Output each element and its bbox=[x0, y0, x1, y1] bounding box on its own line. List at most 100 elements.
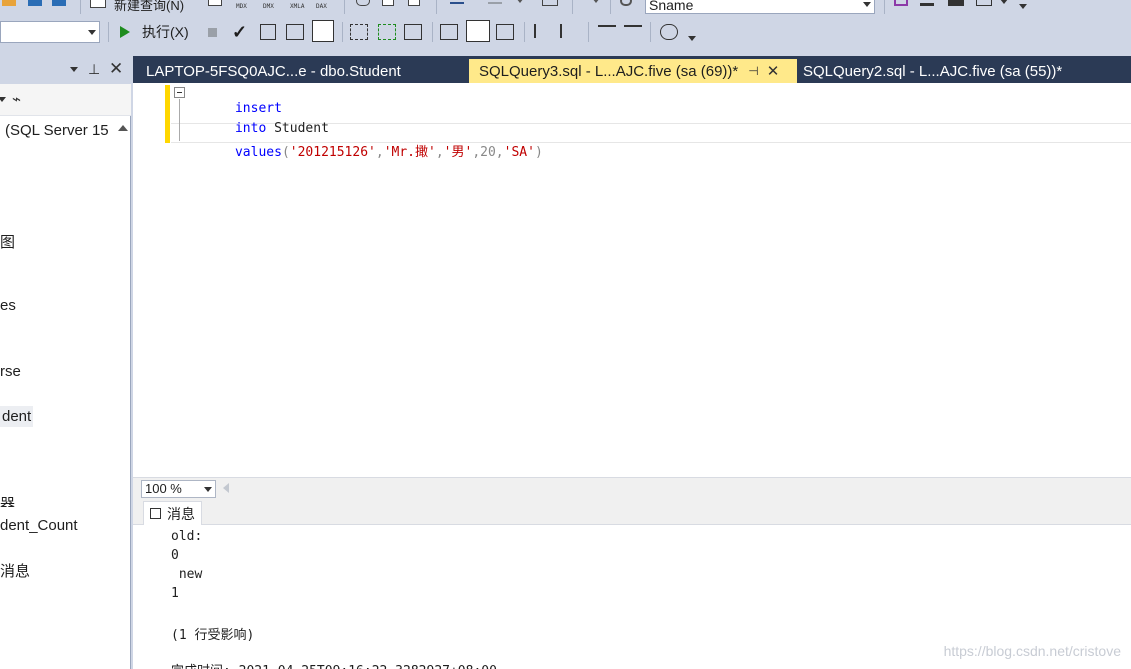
chevron-down-icon[interactable] bbox=[592, 0, 600, 3]
tree-item-diagrams[interactable]: 图 bbox=[0, 231, 15, 252]
tab-sqlquery2[interactable]: SQLQuery2.sql - L...AJC.five (sa (55))* bbox=[793, 59, 1072, 83]
save-all-icon[interactable] bbox=[52, 0, 66, 6]
message-line: old: bbox=[171, 529, 203, 544]
chevron-down-icon[interactable] bbox=[204, 487, 212, 492]
tree-item-course[interactable]: rse bbox=[0, 363, 21, 380]
messages-icon bbox=[150, 508, 161, 519]
zoom-value: 100 % bbox=[145, 481, 182, 496]
activity-monitor-icon[interactable]: ⌁ bbox=[12, 90, 21, 108]
solution-icon[interactable] bbox=[542, 0, 558, 6]
results-to-file-icon[interactable] bbox=[312, 20, 334, 42]
chevron-down-icon[interactable] bbox=[88, 30, 96, 35]
wrench-icon[interactable] bbox=[920, 0, 934, 6]
object-explorer: ⊥ ✕ ⌁ (SQL Server 15 图 es rse dent 器 den… bbox=[0, 56, 131, 669]
db-query-icon[interactable] bbox=[208, 0, 222, 6]
client-stats-icon[interactable] bbox=[404, 24, 422, 40]
live-stats-icon[interactable] bbox=[378, 24, 396, 40]
tab-label: SQLQuery2.sql - L...AJC.five (sa (55))* bbox=[803, 62, 1063, 80]
new-query-icon[interactable] bbox=[90, 0, 106, 8]
close-icon[interactable]: ✕ bbox=[767, 62, 780, 80]
copy-icon[interactable] bbox=[382, 0, 394, 6]
dax-query-button[interactable]: DAX bbox=[316, 3, 327, 10]
top-toolbar: 新建查询(N) MDX DMX XMLA DAX Sname bbox=[0, 0, 1131, 16]
cancel-query-button[interactable] bbox=[208, 22, 217, 42]
object-explorer-toolbar: ⌁ bbox=[0, 84, 131, 116]
punct: , bbox=[435, 145, 444, 160]
pin-icon[interactable]: ⊥ bbox=[88, 61, 100, 78]
estimated-plan-icon[interactable] bbox=[260, 24, 276, 40]
folder-icon[interactable] bbox=[2, 0, 16, 6]
punct: ,20, bbox=[472, 145, 504, 160]
pin-icon[interactable]: ⊣ bbox=[748, 64, 758, 78]
stop-icon bbox=[208, 27, 217, 37]
results-to-grid-icon[interactable] bbox=[466, 20, 490, 42]
check-icon: ✓ bbox=[232, 21, 248, 42]
overflow-icon[interactable] bbox=[1019, 4, 1027, 9]
keyword: values bbox=[234, 145, 282, 160]
scroll-left-icon[interactable] bbox=[223, 483, 229, 493]
tab-messages[interactable]: 消息 bbox=[143, 501, 202, 525]
collapse-icon[interactable] bbox=[174, 87, 185, 98]
chevron-down-icon[interactable] bbox=[0, 97, 6, 102]
tree-item-student-count[interactable]: dent_Count bbox=[0, 517, 78, 534]
window-icon[interactable] bbox=[976, 0, 992, 6]
tree-item-tables[interactable]: es bbox=[0, 297, 16, 314]
object-explorer-scrollbar[interactable] bbox=[116, 121, 128, 669]
save-icon[interactable] bbox=[28, 0, 42, 6]
results-to-text-icon[interactable] bbox=[440, 24, 458, 40]
paste-icon[interactable] bbox=[408, 0, 420, 6]
vs-icon[interactable] bbox=[894, 0, 908, 6]
database-combo[interactable] bbox=[0, 21, 100, 43]
results-tab-strip: 消息 bbox=[133, 499, 1131, 525]
mdx-query-button[interactable]: MDX bbox=[236, 3, 247, 10]
close-icon[interactable]: ✕ bbox=[109, 59, 123, 79]
editor-area: LAPTOP-5FSQ0AJC...e - dbo.Student SQLQue… bbox=[133, 56, 1131, 669]
find-icon[interactable] bbox=[620, 0, 632, 6]
tree-item-triggers[interactable]: 器 bbox=[0, 493, 15, 507]
dmx-query-button[interactable]: DMX bbox=[263, 3, 274, 10]
chevron-up-icon[interactable] bbox=[118, 125, 128, 131]
new-query-button[interactable]: 新建查询(N) bbox=[114, 0, 184, 14]
tree-item-student[interactable]: dent bbox=[0, 406, 34, 427]
xmla-query-button[interactable]: XMLA bbox=[290, 3, 304, 10]
code-line-3: values('201215126','Mr.撖','男',20,'SA') bbox=[188, 126, 543, 175]
cut-icon[interactable] bbox=[356, 0, 370, 6]
redo-icon[interactable] bbox=[488, 0, 502, 4]
chevron-down-icon[interactable] bbox=[863, 2, 871, 7]
tree-item-server[interactable]: (SQL Server 15 bbox=[5, 122, 109, 139]
results-to-file-2-icon[interactable] bbox=[496, 24, 514, 40]
tree-item-messages[interactable]: 消息 bbox=[0, 560, 30, 581]
chevron-down-icon[interactable] bbox=[1000, 0, 1008, 4]
indent-icon[interactable] bbox=[624, 25, 642, 37]
overflow-icon[interactable] bbox=[688, 36, 696, 41]
punct: , bbox=[375, 145, 384, 160]
specify-values-icon[interactable] bbox=[660, 24, 678, 40]
string-literal: '201215126' bbox=[289, 145, 376, 160]
tab-student-table[interactable]: LAPTOP-5FSQ0AJC...e - dbo.Student bbox=[136, 59, 411, 83]
outdent-icon[interactable] bbox=[598, 25, 616, 37]
fold-guide bbox=[179, 99, 180, 141]
include-plan-icon[interactable] bbox=[350, 24, 368, 40]
message-line: new bbox=[171, 567, 203, 582]
query-options-icon[interactable] bbox=[286, 24, 304, 40]
message-line: 1 bbox=[171, 586, 179, 601]
zoom-combo[interactable]: 100 % bbox=[141, 480, 216, 498]
comment-icon[interactable] bbox=[534, 24, 548, 38]
search-combo[interactable]: Sname bbox=[645, 0, 875, 14]
uncomment-icon[interactable] bbox=[560, 24, 574, 38]
message-line: 0 bbox=[171, 548, 179, 563]
tab-sqlquery3[interactable]: SQLQuery3.sql - L...AJC.five (sa (69))* … bbox=[469, 59, 797, 83]
sql-editor-toolbar: 执行(X) ✓ bbox=[0, 16, 1131, 48]
chevron-down-icon[interactable] bbox=[70, 67, 78, 72]
undo-icon[interactable] bbox=[450, 0, 464, 4]
parse-button[interactable]: ✓ bbox=[232, 22, 247, 42]
punct: ( bbox=[281, 145, 290, 160]
string-literal: '男' bbox=[443, 145, 473, 160]
chevron-down-icon[interactable] bbox=[516, 0, 524, 3]
toolbar-divider bbox=[0, 48, 1131, 56]
toolbox-icon[interactable] bbox=[948, 0, 964, 6]
sql-editor[interactable]: insert into Student values('201215126','… bbox=[133, 83, 1131, 477]
execute-button[interactable]: 执行(X) bbox=[120, 22, 189, 42]
message-line: (1 行受影响) bbox=[171, 628, 255, 643]
execute-label: 执行(X) bbox=[142, 24, 189, 40]
